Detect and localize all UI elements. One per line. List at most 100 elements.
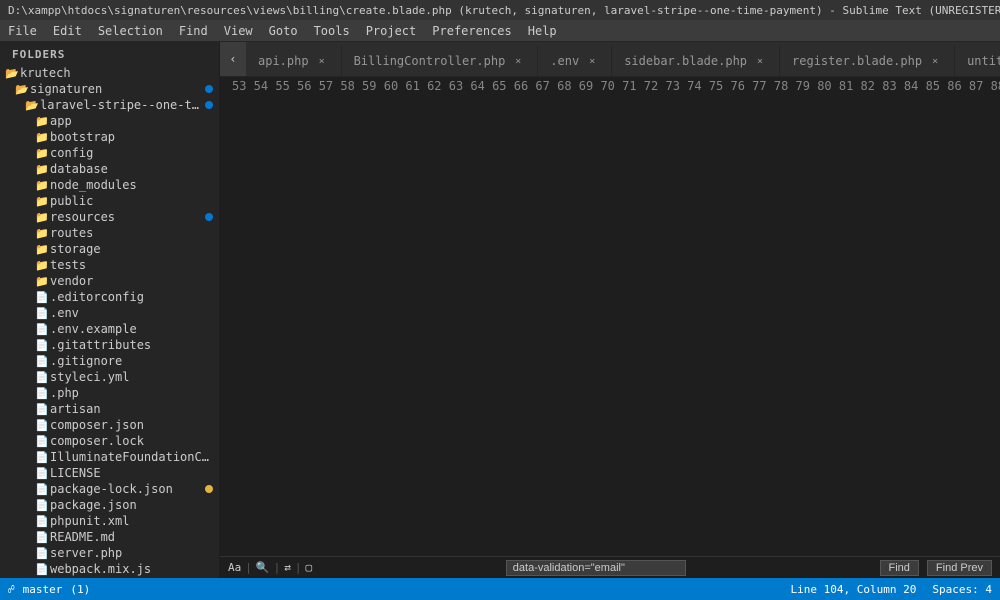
- tree-item-composer-json[interactable]: 📄composer.json: [0, 417, 219, 433]
- menu-item-edit[interactable]: Edit: [45, 22, 90, 40]
- menu-item-preferences[interactable]: Preferences: [424, 22, 519, 40]
- tab-api-php[interactable]: api.php ×: [246, 46, 342, 76]
- folder-icon: 📁: [34, 195, 50, 208]
- tree-label: README.md: [50, 530, 115, 544]
- tree-label: server.php: [50, 546, 122, 560]
- file-icon: 📄: [34, 339, 50, 352]
- folder-icon: 📁: [34, 115, 50, 128]
- status-branch-num: (1): [70, 583, 90, 596]
- file-icon: 📄: [34, 435, 50, 448]
- tree-item-illuminatefoundationcomposerscriptsddpostautoloaddu---[interactable]: 📄IlluminateFoundationComposerScriptsDDpo…: [0, 449, 219, 465]
- status-spaces: Spaces: 4: [932, 583, 992, 596]
- tree-label: IlluminateFoundationComposerScriptsDDpos…: [50, 450, 210, 464]
- folder-icon: 📁: [34, 163, 50, 176]
- tree-item-database[interactable]: 📁database: [0, 161, 219, 177]
- file-icon: 📄: [34, 515, 50, 528]
- tree-label: app: [50, 114, 72, 128]
- search-input[interactable]: [506, 560, 686, 576]
- tab-label: api.php: [258, 54, 309, 68]
- tree-label: artisan: [50, 402, 101, 416]
- tab-nav-left[interactable]: ‹: [220, 42, 246, 76]
- tree-item-config[interactable]: 📁config: [0, 145, 219, 161]
- file-icon: 📄: [34, 499, 50, 512]
- tree-item-phpunit-xml[interactable]: 📄phpunit.xml: [0, 513, 219, 529]
- tree-label: laravel-stripe--one-time-payment: [40, 98, 200, 112]
- titlebar-text: D:\xampp\htdocs\signaturen\resources\vie…: [8, 4, 1000, 17]
- tree-item--env[interactable]: 📄.env: [0, 305, 219, 321]
- file-icon: 📄: [34, 291, 50, 304]
- code-editor[interactable]: 53 54 55 56 57 58 59 60 61 62 63 64 65 6…: [220, 77, 1000, 556]
- folder-icon: 📁: [34, 243, 50, 256]
- find-prev-button[interactable]: Find Prev: [927, 560, 992, 576]
- tree-item-public[interactable]: 📁public: [0, 193, 219, 209]
- tree-item-storage[interactable]: 📁storage: [0, 241, 219, 257]
- tree-item-vendor[interactable]: 📁vendor: [0, 273, 219, 289]
- tab-sidebar-blade-php[interactable]: sidebar.blade.php×: [612, 46, 780, 76]
- tree-item-app[interactable]: 📁app: [0, 113, 219, 129]
- tree-item-signaturen[interactable]: 📂signaturen: [0, 81, 219, 97]
- tab-untitled[interactable]: untitled×: [955, 46, 1000, 76]
- tab-close-icon[interactable]: ×: [511, 54, 525, 68]
- menu-item-file[interactable]: File: [0, 22, 45, 40]
- tab-billingcontroller-php[interactable]: BillingController.php×: [342, 46, 539, 76]
- menu-item-tools[interactable]: Tools: [306, 22, 358, 40]
- file-icon: 📄: [34, 467, 50, 480]
- tree-item-readme-md[interactable]: 📄README.md: [0, 529, 219, 545]
- main-layout: FOLDERS 📂krutech📂signaturen📂laravel-stri…: [0, 42, 1000, 578]
- tree-item-package-lock-json[interactable]: 📄package-lock.json: [0, 481, 219, 497]
- tree-item-styleci-yml[interactable]: 📄styleci.yml: [0, 369, 219, 385]
- tab-close-icon[interactable]: ×: [315, 54, 329, 68]
- line-numbers: 53 54 55 56 57 58 59 60 61 62 63 64 65 6…: [220, 77, 1000, 556]
- separator3: |: [295, 561, 302, 574]
- folder-icon: 📁: [34, 227, 50, 240]
- tab-close-icon[interactable]: ×: [585, 54, 599, 68]
- menu-item-project[interactable]: Project: [358, 22, 425, 40]
- tree-item-package-json[interactable]: 📄package.json: [0, 497, 219, 513]
- menu-item-help[interactable]: Help: [520, 22, 565, 40]
- tree-item-license[interactable]: 📄LICENSE: [0, 465, 219, 481]
- menu-item-selection[interactable]: Selection: [90, 22, 171, 40]
- tree-item-artisan[interactable]: 📄artisan: [0, 401, 219, 417]
- tree-item-routes[interactable]: 📁routes: [0, 225, 219, 241]
- statusbar: ☍ master (1) Line 104, Column 20 Spaces:…: [0, 578, 1000, 600]
- tab-close-icon[interactable]: ×: [753, 54, 767, 68]
- bottom-right: Find Find Prev: [880, 560, 992, 576]
- tree-item-webpack-mix-js[interactable]: 📄webpack.mix.js: [0, 561, 219, 577]
- bottom-bar: Aa | 🔍 | ⇄ | ▢ Find Find Prev: [220, 556, 1000, 578]
- tree-item--editorconfig[interactable]: 📄.editorconfig: [0, 289, 219, 305]
- tree-label: bootstrap: [50, 130, 115, 144]
- search-area: [312, 560, 879, 576]
- folder-icon: 📁: [34, 179, 50, 192]
- tree-label: .gitignore: [50, 354, 122, 368]
- tree-item-server-php[interactable]: 📄server.php: [0, 545, 219, 561]
- status-line: Line 104, Column 20: [791, 583, 917, 596]
- tree-item-tests[interactable]: 📁tests: [0, 257, 219, 273]
- tree-item--php[interactable]: 📄.php: [0, 385, 219, 401]
- folder-icon: 📂: [24, 99, 40, 112]
- tree-item-bootstrap[interactable]: 📁bootstrap: [0, 129, 219, 145]
- tree-item-laravel-stripe--one-time-payment[interactable]: 📂laravel-stripe--one-time-payment: [0, 97, 219, 113]
- tree-label: .editorconfig: [50, 290, 144, 304]
- tree-item-resources[interactable]: 📁resources: [0, 209, 219, 225]
- tree-item--gitattributes[interactable]: 📄.gitattributes: [0, 337, 219, 353]
- tree-label: tests: [50, 258, 86, 272]
- menubar: FileEditSelectionFindViewGotoToolsProjec…: [0, 20, 1000, 42]
- menu-item-find[interactable]: Find: [171, 22, 216, 40]
- folder-icon: 📁: [34, 259, 50, 272]
- icon-box: ▢: [305, 561, 312, 574]
- tree-item-node-modules[interactable]: 📁node_modules: [0, 177, 219, 193]
- tab-register-blade-php[interactable]: register.blade.php×: [780, 46, 955, 76]
- tree-item--env-example[interactable]: 📄.env.example: [0, 321, 219, 337]
- tree-label: styleci.yml: [50, 370, 129, 384]
- find-button[interactable]: Find: [880, 560, 919, 576]
- tree-item--gitignore[interactable]: 📄.gitignore: [0, 353, 219, 369]
- tree-label: signaturen: [30, 82, 102, 96]
- menu-item-goto[interactable]: Goto: [261, 22, 306, 40]
- tree-item-krutech[interactable]: 📂krutech: [0, 65, 219, 81]
- tab--env[interactable]: .env×: [538, 46, 612, 76]
- tree-item-composer-lock[interactable]: 📄composer.lock: [0, 433, 219, 449]
- menu-item-view[interactable]: View: [216, 22, 261, 40]
- tab-close-icon[interactable]: ×: [928, 54, 942, 68]
- file-icon: 📄: [34, 355, 50, 368]
- tree-label: public: [50, 194, 93, 208]
